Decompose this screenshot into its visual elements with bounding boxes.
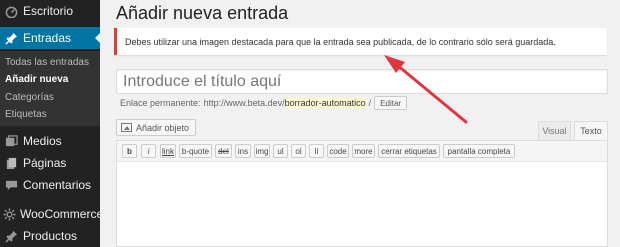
tab-text[interactable]: Texto [574,121,608,140]
media-icon [3,133,19,149]
qt-img-button[interactable]: img [254,144,270,158]
permalink-label: Enlace permanente: [120,98,201,108]
qt-bold-button[interactable]: b [122,144,137,158]
permalink-row: Enlace permanente: http://www.beta.dev/ … [120,96,408,110]
submenu-entradas: Todas las entradas Añadir nueva Categorí… [0,51,100,126]
menu-item-productos[interactable]: Productos [0,225,100,247]
submenu-item-categorias[interactable]: Categorías [5,92,54,103]
qt-more-button[interactable]: more [352,144,375,158]
qt-blockquote-button[interactable]: b-quote [179,144,212,158]
menu-item-entradas[interactable]: Entradas [0,27,101,49]
menu-label: Medios [23,134,62,148]
qt-code-button[interactable]: code [327,144,349,158]
qt-italic-button[interactable]: i [141,144,156,158]
permalink-url[interactable]: http://www.beta.dev/ [204,98,285,108]
menu-item-medios[interactable]: Medios [0,130,100,152]
permalink-slug[interactable]: borrador-automatico [284,98,366,108]
qt-ul-button[interactable]: ul [273,144,288,158]
post-editor[interactable]: b i link b-quote del ins img ul ol li co… [116,140,608,247]
submenu-item-etiquetas[interactable]: Etiquetas [5,109,47,120]
add-media-button[interactable]: Añadir objeto [116,119,197,136]
notice-text: Debes utilizar una imagen destacada para… [125,36,556,47]
qt-close-tags-button[interactable]: cerrar etiquetas [378,144,440,158]
menu-label: Comentarios [23,178,92,192]
qt-link-button[interactable]: link [160,144,176,158]
menu-label: Escritorio [23,4,74,18]
post-title-input[interactable] [116,69,608,94]
quicktags-toolbar: b i link b-quote del ins img ul ol li co… [117,141,607,162]
active-indicator [95,32,101,44]
menu-item-escritorio[interactable]: Escritorio [0,0,100,22]
page-title: Añadir nueva entrada [116,3,289,23]
submenu-item-anadir-nueva[interactable]: Añadir nueva [5,74,68,85]
qt-ins-button[interactable]: ins [235,144,251,158]
pin-icon [3,228,19,244]
qt-ol-button[interactable]: ol [291,144,306,158]
pages-icon [3,155,19,171]
menu-label: Páginas [23,156,67,170]
admin-sidebar: Escritorio Entradas Todas las entradas A… [0,0,104,247]
menu-item-paginas[interactable]: Páginas [0,152,100,174]
qt-del-button[interactable]: del [215,144,232,158]
comments-icon [3,177,19,193]
menu-item-comentarios[interactable]: Comentarios [0,174,100,196]
qt-fullscreen-button[interactable]: pantalla completa [443,144,515,158]
menu-item-woocommerce[interactable]: WooCommerce [0,203,104,225]
add-media-label: Añadir objeto [136,122,190,133]
menu-label: WooCommerce [20,207,104,221]
add-media-icon [121,123,132,132]
pin-icon [3,30,19,46]
woocommerce-icon [3,206,16,222]
menu-label: Productos [23,229,78,243]
edit-permalink-button[interactable]: Editar [374,96,408,110]
dashboard-icon [3,3,19,19]
permalink-suffix: / [368,98,372,108]
tab-visual[interactable]: Visual [538,121,571,140]
submenu-item-todas[interactable]: Todas las entradas [5,57,89,68]
error-notice: Debes utilizar una imagen destacada para… [114,28,607,55]
menu-label: Entradas [23,31,72,45]
qt-li-button[interactable]: li [309,144,324,158]
